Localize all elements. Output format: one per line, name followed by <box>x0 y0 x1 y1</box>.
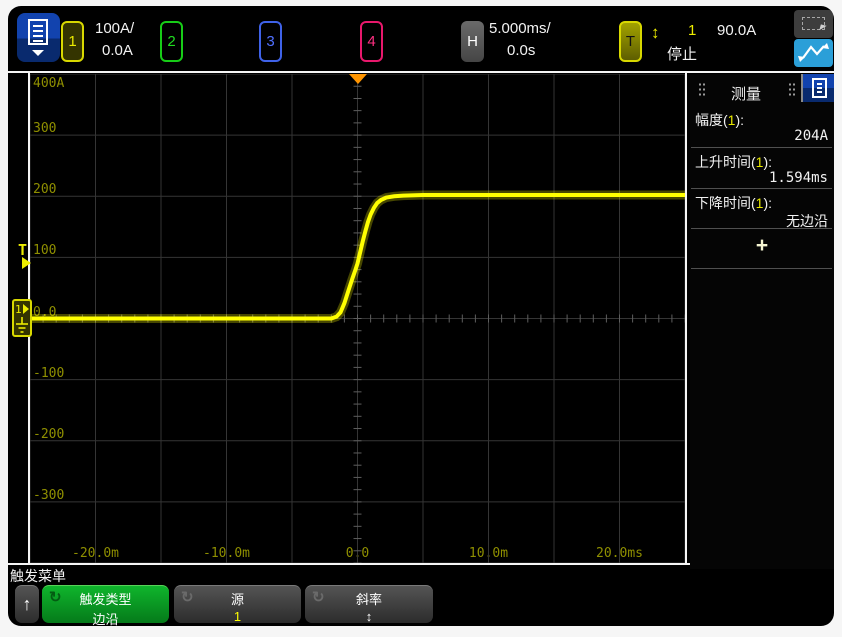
main-menu-button[interactable] <box>17 13 60 62</box>
divider <box>691 268 832 269</box>
rotate-knob-icon: ↻ <box>181 588 194 606</box>
menu-icon <box>28 19 48 45</box>
channel-1-ground-marker[interactable]: 1 <box>12 299 32 337</box>
channel-2-button[interactable]: 2 <box>160 21 183 62</box>
channel-1-button[interactable]: 1 <box>61 21 84 62</box>
waveform-drag-button[interactable] <box>794 39 833 67</box>
trigger-button[interactable]: T <box>619 21 642 62</box>
chevron-down-icon <box>32 50 44 56</box>
measurement-1-label[interactable]: 幅度(1): <box>695 110 744 130</box>
softkey-value: 1 <box>174 609 301 624</box>
rotate-knob-icon: ↻ <box>312 588 325 606</box>
zoom-select-button[interactable] <box>794 10 833 38</box>
channel-3-button[interactable]: 3 <box>259 21 282 62</box>
measurement-2-label[interactable]: 上升时间(1): <box>695 152 772 172</box>
measurement-1-value: 204A <box>794 128 828 144</box>
back-up-button[interactable]: ↑ <box>15 585 39 623</box>
softkey-trigger-slope[interactable]: ↻ 斜率 ↕ <box>305 585 433 623</box>
softkey-trigger-source[interactable]: ↻ 源 1 <box>174 585 301 623</box>
channel-ground-icon: 1 <box>14 301 30 335</box>
panel-title: 测量 <box>690 83 802 104</box>
timebase-scale: 5.000ms/ <box>489 20 551 37</box>
panel-drag-handle-right[interactable] <box>788 82 795 97</box>
run-state: 停止 <box>667 43 697 64</box>
softkey-trigger-type[interactable]: ↻ 触发类型 边沿 <box>42 585 169 623</box>
rotate-knob-icon: ↻ <box>49 588 62 606</box>
divider <box>691 188 832 189</box>
divider <box>691 228 832 229</box>
measurement-2-value: 1.594ms <box>769 170 828 186</box>
trigger-source: 1 <box>688 22 696 39</box>
panel-menu-icon <box>812 78 827 98</box>
softkey-value: 边沿 <box>42 609 169 626</box>
add-measurement-button[interactable]: + <box>690 234 834 258</box>
waveform-plot <box>30 74 685 563</box>
trigger-level-marker-icon[interactable] <box>22 257 31 269</box>
waveform-arrows-icon <box>794 39 833 67</box>
trigger-slope-icon: ↕ <box>651 23 660 43</box>
channel-1-offset: 0.0A <box>102 42 133 59</box>
softkey-value: ↕ <box>305 609 433 624</box>
channel-4-button[interactable]: 4 <box>360 21 383 62</box>
top-border-line <box>8 71 834 73</box>
measurement-panel: 测量 幅度(1): 204A 上升时间(1): 1.594ms 下降时间(1):… <box>690 74 834 569</box>
horizontal-button[interactable]: H <box>461 21 484 62</box>
svg-text:1: 1 <box>15 303 22 316</box>
channel-1-scale: 100A/ <box>95 20 134 37</box>
plot-panel-divider-line <box>685 73 687 564</box>
softkey-menu-title: 触发菜单 <box>10 566 66 586</box>
panel-menu-button[interactable] <box>801 74 834 102</box>
divider <box>691 147 832 148</box>
oscilloscope-screen: 1 100A/ 0.0A 2 3 4 H 5.000ms/ 0.0s T ↕ 1… <box>8 6 834 626</box>
trigger-level-value: 90.0A <box>717 22 756 39</box>
measurement-3-label[interactable]: 下降时间(1): <box>695 193 772 213</box>
trigger-time-marker-icon[interactable] <box>349 74 367 84</box>
timebase-delay: 0.0s <box>507 42 535 59</box>
